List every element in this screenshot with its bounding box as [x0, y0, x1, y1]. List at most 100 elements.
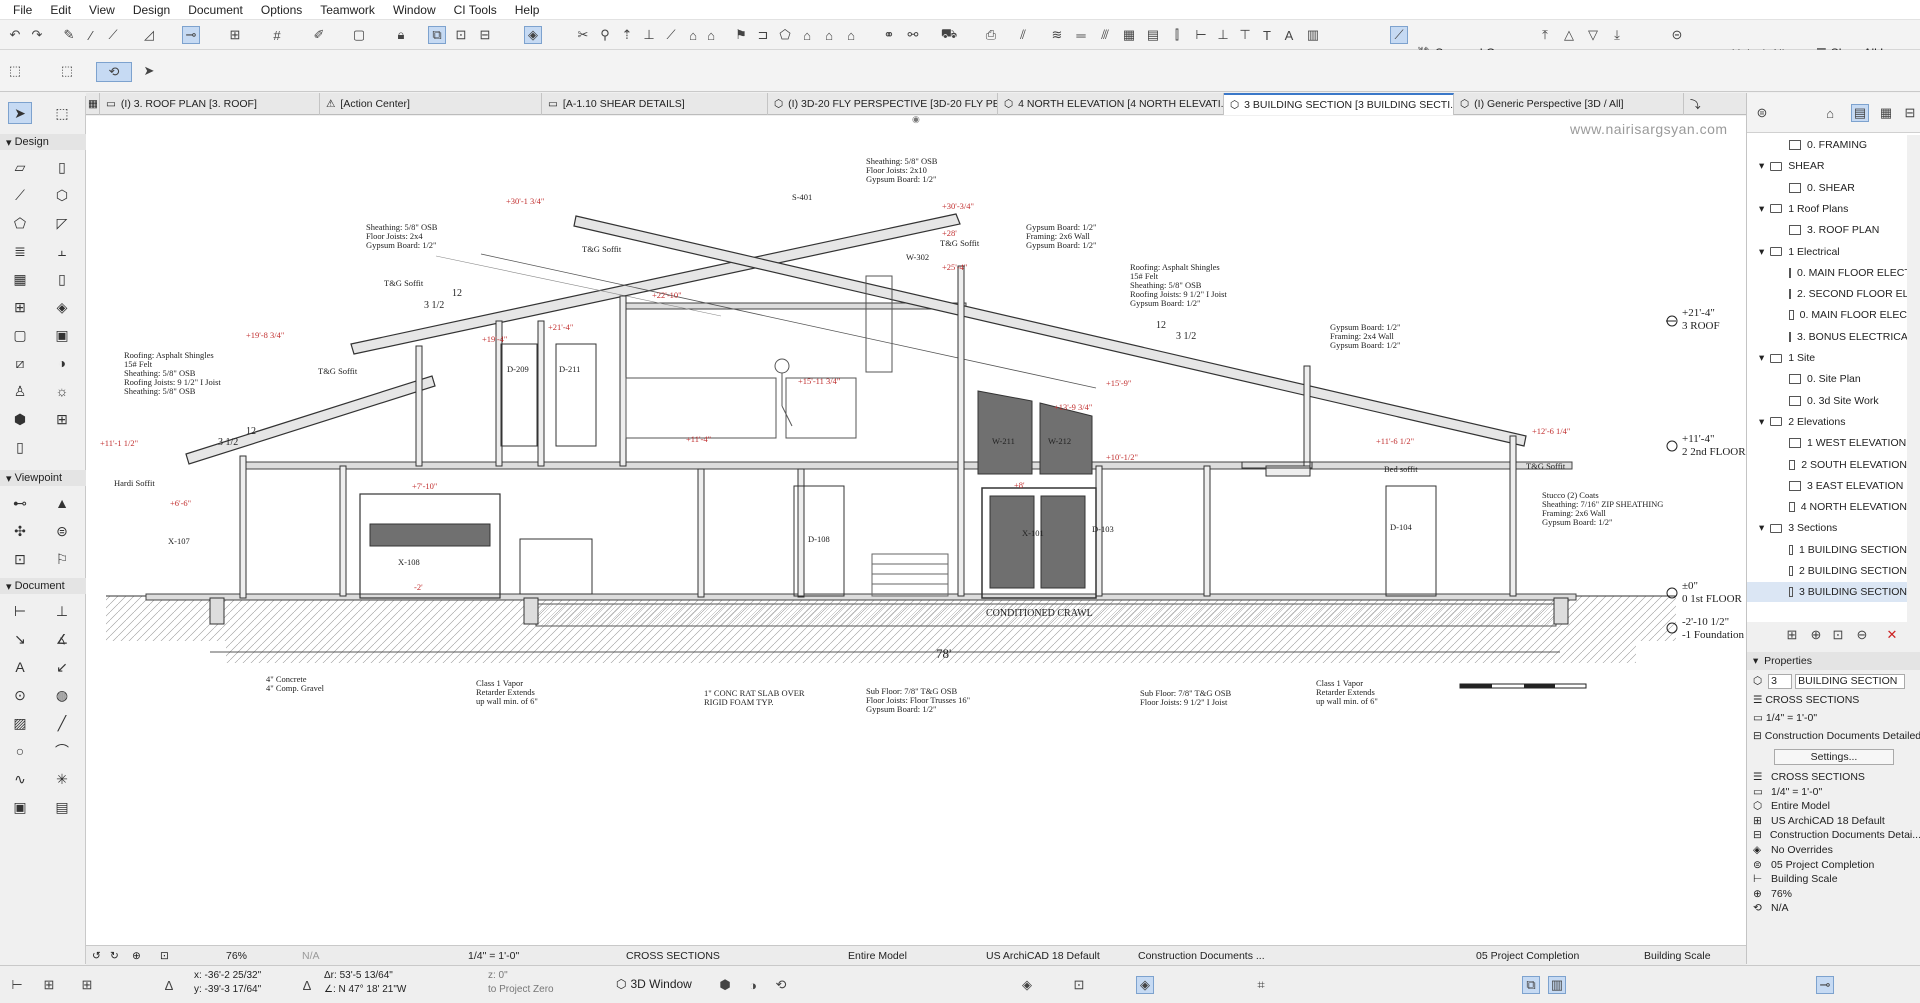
- menu-ci-tools[interactable]: CI Tools: [445, 0, 506, 20]
- flag-icon[interactable]: ⚑: [732, 26, 750, 44]
- morph-tool-icon[interactable]: ◑: [50, 352, 74, 374]
- navigator-folder[interactable]: ▾ SHEAR: [1747, 156, 1907, 176]
- text-icon[interactable]: T: [1258, 26, 1276, 44]
- polar-delta-icon[interactable]: Δ: [298, 976, 316, 994]
- renovation-value[interactable]: 05 Project Completion: [1476, 946, 1579, 966]
- line-tool-icon[interactable]: ╱: [50, 712, 74, 734]
- selection-method-icon[interactable]: ⬚: [6, 62, 24, 80]
- lock-icon[interactable]: 🔒︎: [392, 26, 410, 44]
- guide-line-icon[interactable]: ◿: [140, 26, 158, 44]
- redo-view-icon[interactable]: ↻: [110, 946, 119, 966]
- syringe-icon[interactable]: ⟋: [104, 26, 122, 44]
- railing-icon[interactable]: ▤: [1144, 26, 1162, 44]
- chevron-down-icon[interactable]: ▾: [1759, 246, 1764, 258]
- new-folder-icon[interactable]: ⊞: [1783, 626, 1801, 644]
- elevation-tool-icon[interactable]: ▲: [50, 492, 74, 514]
- delta-icon[interactable]: Δ: [160, 976, 178, 994]
- camera-icon[interactable]: ⌗: [1252, 976, 1270, 994]
- object-icon[interactable]: ⬠: [776, 26, 794, 44]
- spline-tool-icon[interactable]: ∿: [8, 768, 32, 790]
- navigator-view-item[interactable]: 2 BUILDING SECTION: [1747, 561, 1907, 581]
- dimension-standard-value[interactable]: Building Scale: [1644, 946, 1711, 966]
- project-map-icon[interactable]: ⌂: [1821, 104, 1839, 122]
- delete-icon[interactable]: ✕: [1883, 626, 1901, 644]
- angle-value[interactable]: N/A: [302, 946, 320, 966]
- tab-action-center[interactable]: ⚠ [Action Center]: [320, 93, 542, 115]
- tab-3d-fly-perspective[interactable]: ⬡ (I) 3D-20 FLY PERSPECTIVE [3D-20 FLY PE…: [768, 93, 998, 115]
- worksheet-tool-icon[interactable]: ⊜: [50, 520, 74, 542]
- zoom-value[interactable]: 76%: [226, 946, 247, 966]
- redo-icon[interactable]: ↷: [28, 26, 46, 44]
- menu-teamwork[interactable]: Teamwork: [311, 0, 384, 20]
- arrange-up-icon[interactable]: ⤒: [1536, 26, 1554, 44]
- mvo-value[interactable]: Construction Documents ...: [1138, 946, 1265, 966]
- interior-elevation-tool-icon[interactable]: ✣: [8, 520, 32, 542]
- tab-roof-plan[interactable]: ▭ (I) 3. ROOF PLAN [3. ROOF]: [100, 93, 320, 115]
- mesh-snap-icon[interactable]: ⊞: [40, 976, 58, 994]
- zoom-fit-icon[interactable]: ⊡: [160, 946, 169, 966]
- navigator-view-item[interactable]: 0. MAIN FLOOR ELECT: [1747, 263, 1907, 283]
- publisher-sets-icon[interactable]: ⊟: [1901, 104, 1919, 122]
- house-3-icon[interactable]: ⌂: [842, 26, 860, 44]
- curtain-wall-tool-icon[interactable]: ▦: [8, 268, 32, 290]
- scissors-icon[interactable]: ✂: [574, 26, 592, 44]
- properties-header[interactable]: ▾ Properties: [1747, 652, 1920, 670]
- save-view-icon[interactable]: ⊖: [1853, 626, 1871, 644]
- wall-tool-icon[interactable]: ▱: [8, 156, 32, 178]
- gravity-icon[interactable]: ⊞: [226, 26, 244, 44]
- level-dim-icon[interactable]: ⊥: [1214, 26, 1232, 44]
- slab-icon[interactable]: ⫻: [1096, 26, 1114, 44]
- navigator-view-item[interactable]: 0. Site Plan: [1747, 369, 1907, 389]
- link-icon[interactable]: ⚭: [880, 26, 898, 44]
- dimension-icon[interactable]: ⊢: [1192, 26, 1210, 44]
- navigator-view-item[interactable]: 0. 3d Site Work: [1747, 391, 1907, 411]
- navigator-view-item[interactable]: 3 EAST ELEVATION: [1747, 476, 1907, 496]
- trace-icon[interactable]: ⧉: [428, 26, 446, 44]
- group-icon[interactable]: ⟋: [1390, 26, 1408, 44]
- menu-design[interactable]: Design: [124, 0, 179, 20]
- trace-reference-icon[interactable]: ⊡: [452, 26, 470, 44]
- menu-edit[interactable]: Edit: [41, 0, 80, 20]
- fill-icon[interactable]: ▥: [1304, 26, 1322, 44]
- align-icon[interactable]: ⫽: [1014, 26, 1032, 44]
- pen-set-value[interactable]: US ArchiCAD 18 Default: [986, 946, 1100, 966]
- navigator-view-item[interactable]: 0. SHEAR: [1747, 178, 1907, 198]
- 3d-box-icon[interactable]: ⬢: [716, 976, 734, 994]
- cube-tool-icon[interactable]: ⬢: [8, 408, 32, 430]
- document-section-header[interactable]: ▾ Document: [0, 578, 86, 594]
- menu-help[interactable]: Help: [506, 0, 549, 20]
- view-id-field[interactable]: 3: [1768, 673, 1793, 689]
- menu-options[interactable]: Options: [252, 0, 311, 20]
- navigator-view-item[interactable]: 3. BONUS ELECTRICAL: [1747, 327, 1907, 347]
- beam-icon[interactable]: ═: [1072, 26, 1090, 44]
- zoom-icon[interactable]: ⊕: [132, 946, 141, 966]
- object-tool-icon[interactable]: ▢: [8, 324, 32, 346]
- navigator-settings-icon[interactable]: ⊜: [1753, 104, 1771, 122]
- viewpoint-section-header[interactable]: ▾ Viewpoint: [0, 470, 86, 486]
- split-icon[interactable]: ⟋: [662, 26, 680, 44]
- text-tool-icon[interactable]: A: [8, 656, 32, 678]
- pointer-icon[interactable]: ➤: [140, 62, 158, 80]
- section-tool-icon[interactable]: ⊷: [8, 492, 32, 514]
- navigator-view-item[interactable]: 3. ROOF PLAN: [1747, 220, 1907, 240]
- tab-building-section[interactable]: ⬡ 3 BUILDING SECTION [3 BUILDING SECTI...…: [1224, 93, 1454, 115]
- door-tool-icon[interactable]: ▯: [50, 268, 74, 290]
- grid-snap-icon[interactable]: ⊞: [78, 976, 96, 994]
- lamp-tool-icon[interactable]: ☼: [50, 380, 74, 402]
- navigator-view-item[interactable]: 0. FRAMING: [1747, 135, 1907, 155]
- arrow-tool-icon[interactable]: ➤: [8, 102, 32, 124]
- hotspot-tool-icon[interactable]: ✳: [50, 768, 74, 790]
- zone-tool-icon[interactable]: ▣: [50, 324, 74, 346]
- section-canvas[interactable]: ◉ 78' CONDITIONED CRAWL +21'-4" 3 ROOF +…: [86, 116, 1746, 945]
- view-map-icon[interactable]: ▤: [1851, 104, 1869, 122]
- layer-combo-value[interactable]: CROSS SECTIONS: [626, 946, 720, 966]
- grid-tool-icon[interactable]: ⊞: [50, 408, 74, 430]
- column-tool-icon[interactable]: ▯: [50, 156, 74, 178]
- measure-icon[interactable]: ⊡: [1070, 976, 1088, 994]
- navigator-folder[interactable]: ▾ 3 Sections: [1747, 518, 1907, 538]
- stair-icon[interactable]: ≋: [1048, 26, 1066, 44]
- navigator-folder[interactable]: ▾ 2 Elevations: [1747, 412, 1907, 432]
- elev-dim-icon[interactable]: ⊤: [1236, 26, 1254, 44]
- navigator-view-item[interactable]: 0. MAIN FLOOR ELEC: [1747, 305, 1907, 325]
- tab-north-elevation[interactable]: ⬡ 4 NORTH ELEVATION [4 NORTH ELEVATI...: [998, 93, 1224, 115]
